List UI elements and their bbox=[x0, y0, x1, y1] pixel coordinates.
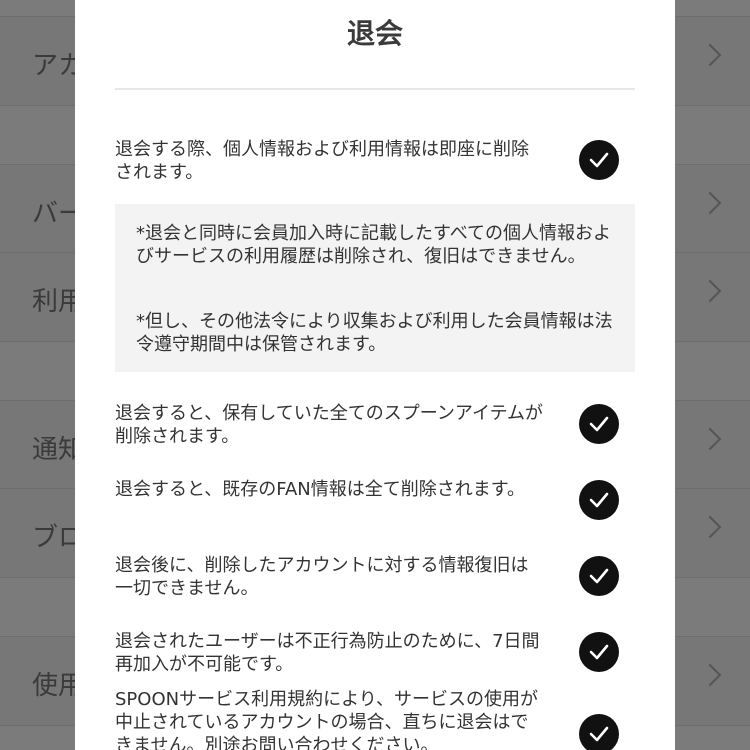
chevron-right-icon bbox=[698, 279, 722, 303]
check-circle-icon[interactable] bbox=[579, 632, 619, 672]
notice-text: *但し、その他法令により収集および利用した会員情報は法令遵守期間中は保管されます… bbox=[136, 311, 613, 355]
chevron-right-icon bbox=[698, 427, 722, 451]
chevron-right-icon bbox=[698, 663, 722, 687]
chevron-right-icon bbox=[698, 515, 722, 539]
confirmation-text: 退会されたユーザーは不正行為防止のために、7日間再加入が不可能です。 bbox=[115, 631, 540, 675]
confirmation-text: 退会後に、削除したアカウントに対する情報復旧は一切できません。 bbox=[115, 555, 529, 599]
confirmation-text: 退会する際、個人情報および利用情報は即座に削除されます。 bbox=[115, 139, 529, 183]
check-circle-icon[interactable] bbox=[579, 480, 619, 520]
notice-text: *退会と同時に会員加入時に記載したすべての個人情報およびサービスの利用履歴は削除… bbox=[136, 223, 612, 267]
confirmation-text: SPOONサービス利用規約により、サービスの使用が中止されているアカウントの場合… bbox=[115, 689, 538, 750]
confirmation-text: 退会すると、既存のFAN情報は全て削除されます。 bbox=[115, 479, 525, 500]
notice-box: *退会と同時に会員加入時に記載したすべての個人情報およびサービスの利用履歴は削除… bbox=[115, 204, 635, 372]
check-circle-icon[interactable] bbox=[579, 714, 619, 750]
check-circle-icon[interactable] bbox=[579, 140, 619, 180]
check-circle-icon[interactable] bbox=[579, 556, 619, 596]
title-divider bbox=[115, 88, 635, 90]
confirmation-text: 退会すると、保有していた全てのスプーンアイテムが削除されます。 bbox=[115, 403, 544, 447]
chevron-right-icon bbox=[698, 43, 722, 67]
modal-title: 退会 bbox=[346, 17, 403, 50]
withdrawal-modal: 退会 退会する際、個人情報および利用情報は即座に削除されます。 *退会と同時に会… bbox=[75, 0, 675, 750]
chevron-right-icon bbox=[698, 191, 722, 215]
check-circle-icon[interactable] bbox=[579, 404, 619, 444]
